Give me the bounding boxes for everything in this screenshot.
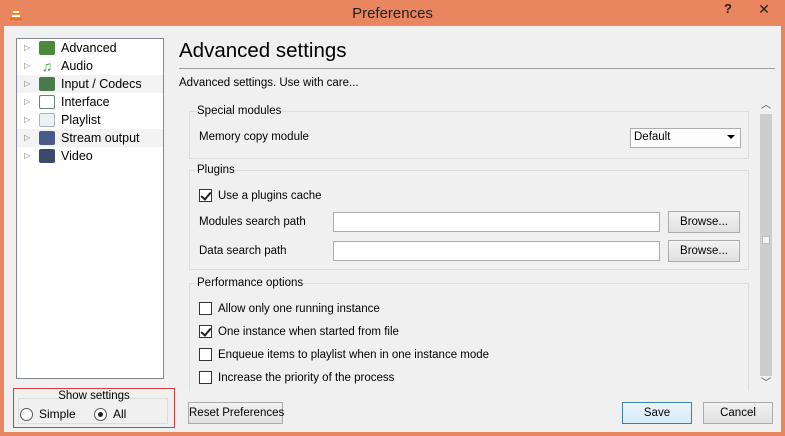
- data-search-path-label: Data search path: [199, 245, 287, 257]
- preferences-window: Preferences ? ✕ ▷ Advanced ▷ ♫ Audio ▷ I…: [0, 0, 785, 436]
- reset-preferences-button[interactable]: Reset Preferences: [188, 402, 284, 424]
- expand-arrow-icon[interactable]: ▷: [24, 147, 32, 165]
- close-button[interactable]: ✕: [743, 0, 785, 20]
- settings-scrollbar[interactable]: ︿ ﹀: [758, 98, 774, 392]
- increase-priority-checkbox[interactable]: Increase the priority of the process: [199, 371, 394, 384]
- browse-modules-button[interactable]: Browse...: [668, 211, 740, 233]
- help-button[interactable]: ?: [720, 0, 736, 20]
- all-radio[interactable]: All: [94, 407, 126, 421]
- window-title: Preferences: [352, 5, 433, 22]
- playlist-icon: [39, 113, 55, 127]
- checkbox[interactable]: [199, 189, 212, 202]
- tree-item-advanced[interactable]: ▷ Advanced: [17, 39, 163, 57]
- expand-arrow-icon[interactable]: ▷: [24, 111, 32, 129]
- category-tree[interactable]: ▷ Advanced ▷ ♫ Audio ▷ Input / Codecs ▷ …: [16, 38, 164, 379]
- advanced-icon: [39, 41, 55, 55]
- tree-item-label: Video: [61, 149, 93, 163]
- checkbox-label: Enqueue items to playlist when in one in…: [218, 348, 490, 361]
- scrollbar-thumb[interactable]: [762, 236, 770, 244]
- chevron-down-icon[interactable]: ﹀: [758, 376, 774, 392]
- radio-button[interactable]: [20, 407, 33, 421]
- memory-copy-label: Memory copy module: [199, 131, 309, 143]
- stream-output-icon: [39, 131, 55, 145]
- checkbox-label: One instance when started from file: [218, 325, 399, 338]
- settings-scroll-area[interactable]: Special modules Memory copy module Defau…: [187, 100, 774, 391]
- expand-arrow-icon[interactable]: ▷: [24, 93, 32, 111]
- performance-options-group: Performance options Allow only one runni…: [189, 277, 749, 391]
- data-search-path-input[interactable]: [333, 241, 660, 261]
- checkbox-label: Increase the priority of the process: [218, 371, 395, 384]
- tree-item-label: Audio: [61, 59, 93, 73]
- save-button[interactable]: Save: [622, 402, 692, 424]
- expand-arrow-icon[interactable]: ▷: [24, 57, 32, 75]
- tree-item-label: Advanced: [61, 41, 117, 55]
- checkbox-label: Allow only one running instance: [218, 302, 380, 315]
- chevron-up-icon[interactable]: ︿: [758, 98, 774, 114]
- one-instance-from-file-checkbox[interactable]: One instance when started from file: [199, 325, 399, 338]
- radio-label: All: [113, 407, 127, 421]
- title-bar[interactable]: Preferences ? ✕: [0, 0, 785, 26]
- expand-arrow-icon[interactable]: ▷: [24, 75, 32, 93]
- plugins-group: Plugins Use a plugins cache Modules sear…: [189, 164, 749, 270]
- page-title: Advanced settings: [179, 39, 347, 62]
- chevron-down-icon: [727, 135, 735, 139]
- title-divider: [179, 68, 775, 69]
- tree-item-audio[interactable]: ▷ ♫ Audio: [17, 57, 163, 75]
- tree-item-label: Input / Codecs: [61, 77, 142, 91]
- simple-radio[interactable]: Simple: [20, 407, 76, 421]
- checkbox[interactable]: [199, 302, 212, 315]
- tree-item-video[interactable]: ▷ Video: [17, 147, 163, 165]
- input-codecs-icon: [39, 77, 55, 91]
- radio-button[interactable]: [94, 407, 107, 421]
- radio-label: Simple: [39, 407, 76, 421]
- expand-arrow-icon[interactable]: ▷: [24, 129, 32, 147]
- group-title: Plugins: [197, 164, 235, 176]
- group-title: Special modules: [197, 105, 282, 117]
- tree-item-input-codecs[interactable]: ▷ Input / Codecs: [17, 75, 163, 93]
- memory-copy-select[interactable]: Default: [630, 128, 741, 148]
- tree-item-label: Playlist: [61, 113, 101, 127]
- one-running-instance-checkbox[interactable]: Allow only one running instance: [199, 302, 380, 315]
- interface-icon: [39, 95, 55, 109]
- modules-search-path-label: Modules search path: [199, 216, 306, 228]
- tree-item-playlist[interactable]: ▷ Playlist: [17, 111, 163, 129]
- scrollbar-track[interactable]: [760, 114, 772, 376]
- checkbox[interactable]: [199, 371, 212, 384]
- checkbox-label: Use a plugins cache: [218, 189, 322, 202]
- dialog-body: ▷ Advanced ▷ ♫ Audio ▷ Input / Codecs ▷ …: [4, 26, 781, 432]
- enqueue-items-checkbox[interactable]: Enqueue items to playlist when in one in…: [199, 348, 489, 361]
- checkbox[interactable]: [199, 348, 212, 361]
- modules-search-path-input[interactable]: [333, 212, 660, 232]
- music-note-icon: ♫: [41, 58, 53, 74]
- tree-item-stream-output[interactable]: ▷ Stream output: [17, 129, 163, 147]
- show-settings-title: Show settings: [58, 390, 130, 402]
- checkbox[interactable]: [199, 325, 212, 338]
- cancel-button[interactable]: Cancel: [703, 402, 773, 424]
- tree-item-label: Interface: [61, 95, 110, 109]
- show-settings-group: Show settings Simple All: [13, 388, 175, 428]
- expand-arrow-icon[interactable]: ▷: [24, 39, 32, 57]
- use-plugins-cache-checkbox[interactable]: Use a plugins cache: [199, 189, 322, 202]
- group-title: Performance options: [197, 277, 304, 289]
- page-description: Advanced settings. Use with care...: [179, 77, 359, 89]
- tree-item-interface[interactable]: ▷ Interface: [17, 93, 163, 111]
- tree-item-label: Stream output: [61, 131, 140, 145]
- browse-data-button[interactable]: Browse...: [668, 240, 740, 262]
- memory-copy-value: Default: [634, 131, 671, 143]
- special-modules-group: Special modules Memory copy module Defau…: [189, 105, 749, 159]
- film-icon: [39, 149, 55, 163]
